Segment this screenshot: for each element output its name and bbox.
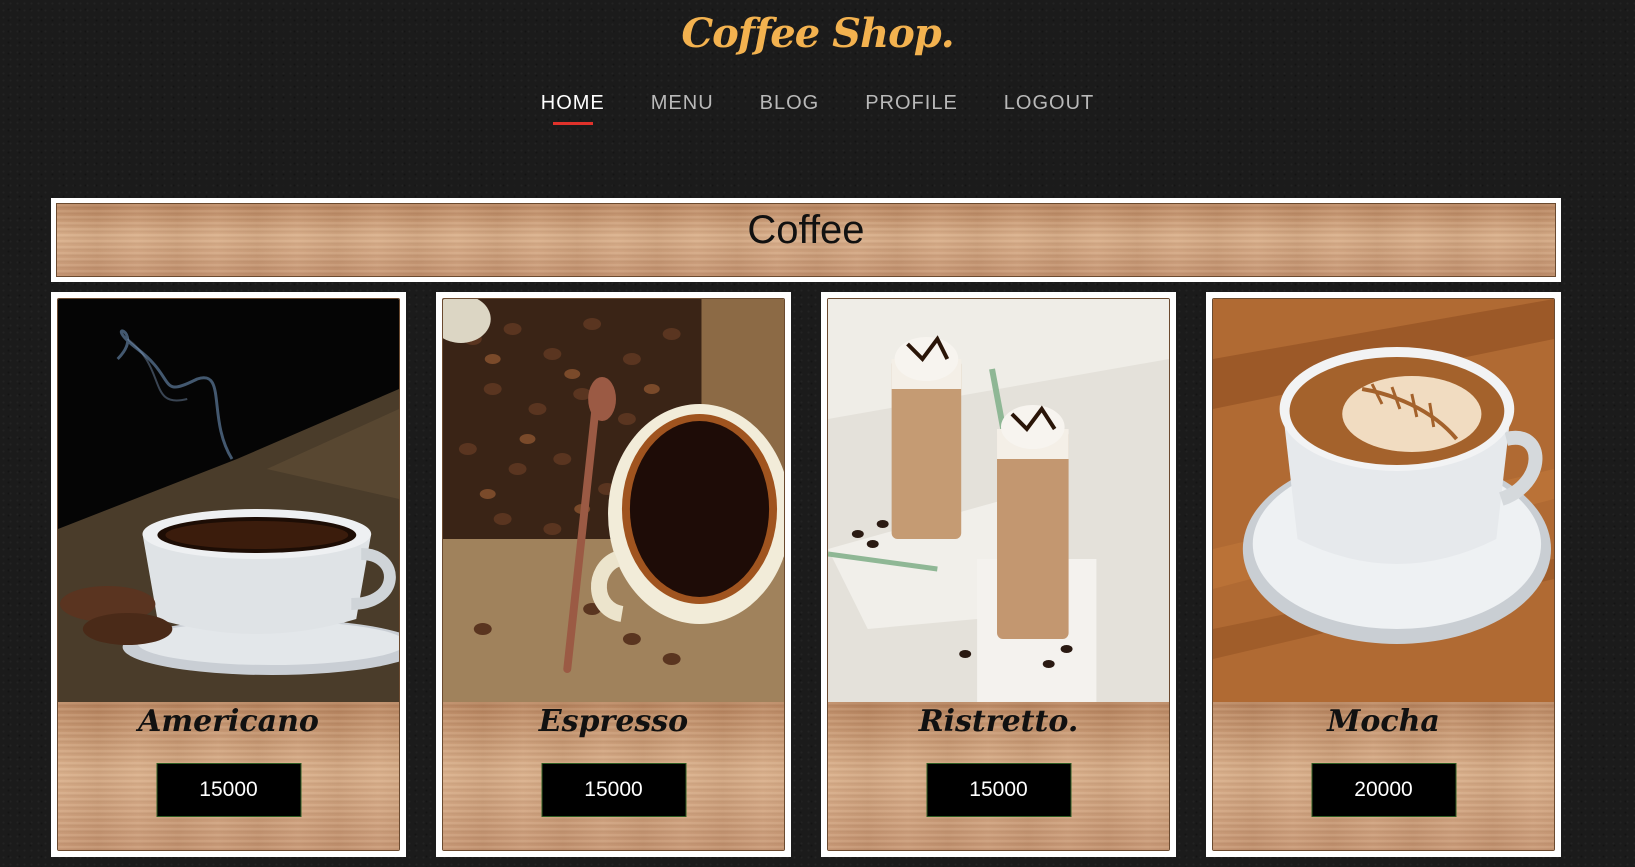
price-button[interactable]: 15000 — [926, 763, 1071, 817]
product-card-mocha[interactable]: Mocha 20000 — [1206, 292, 1561, 857]
product-name: Espresso — [538, 704, 689, 739]
product-name: Americano — [138, 704, 319, 739]
price-button[interactable]: 20000 — [1311, 763, 1456, 817]
active-underline — [552, 122, 593, 125]
section-title: Coffee — [747, 208, 865, 252]
card-footer: Espresso 15000 — [443, 702, 784, 850]
product-card-ristretto[interactable]: Ristretto. 15000 — [821, 292, 1176, 857]
product-name: Mocha — [1327, 704, 1440, 739]
section-banner: Coffee — [51, 198, 1561, 282]
nav-item-label: LOGOUT — [1003, 92, 1095, 114]
espresso-with-beans-photo — [443, 299, 784, 702]
site-logo[interactable]: Coffee Shop. — [0, 10, 1635, 57]
product-grid: Americano 15000 Espresso 15000 Ristretto… — [51, 292, 1561, 857]
iced-coffee-glasses-photo — [828, 299, 1169, 702]
nav-item-menu[interactable]: MENU — [651, 92, 714, 119]
card-frame: Americano 15000 — [57, 298, 400, 851]
nav-item-label: BLOG — [759, 92, 820, 114]
price-button[interactable]: 15000 — [156, 763, 301, 817]
nav-item-profile[interactable]: PROFILE — [865, 92, 958, 119]
card-footer: Mocha 20000 — [1213, 702, 1554, 850]
main-nav: HOME MENU BLOG PROFILE LOGOUT — [0, 92, 1635, 125]
product-card-americano[interactable]: Americano 15000 — [51, 292, 406, 857]
nav-item-label: MENU — [650, 92, 714, 114]
product-card-espresso[interactable]: Espresso 15000 — [436, 292, 791, 857]
nav-item-blog[interactable]: BLOG — [760, 92, 820, 119]
nav-item-label: HOME — [540, 92, 605, 114]
card-frame: Mocha 20000 — [1212, 298, 1555, 851]
coffee-cup-on-burlap-photo — [58, 299, 399, 702]
nav-item-logout[interactable]: LOGOUT — [1004, 92, 1094, 119]
card-frame: Espresso 15000 — [442, 298, 785, 851]
card-frame: Ristretto. 15000 — [827, 298, 1170, 851]
product-name: Ristretto. — [918, 704, 1079, 739]
price-button[interactable]: 15000 — [541, 763, 686, 817]
banner-wood-panel: Coffee — [56, 203, 1556, 277]
card-footer: Americano 15000 — [58, 702, 399, 850]
card-footer: Ristretto. 15000 — [828, 702, 1169, 850]
nav-item-label: PROFILE — [865, 92, 958, 114]
nav-item-home[interactable]: HOME — [540, 92, 605, 125]
latte-art-cup-photo — [1213, 299, 1554, 702]
